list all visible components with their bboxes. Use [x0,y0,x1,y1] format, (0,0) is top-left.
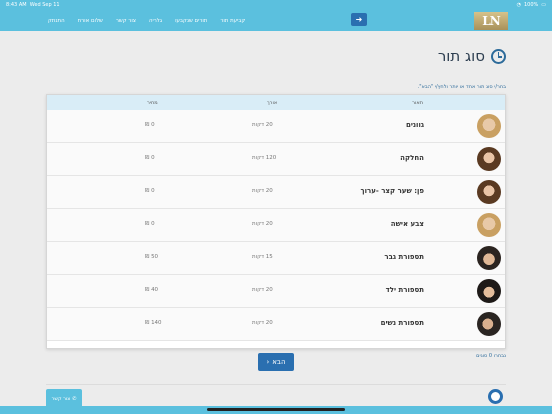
services-table: תאור אורך מחיר גוונים 20 דקות 0 ₪ החלקה … [46,94,506,349]
next-button[interactable]: הבא ‹ [258,353,294,371]
phone-icon: ✆ [72,395,77,402]
service-duration: 20 דקות [252,122,273,128]
accessibility-icon[interactable] [488,389,503,404]
nav-item-book[interactable]: קביעת תור [220,18,245,24]
table-row[interactable]: תספורת נשים 20 דקות 140 ₪ [47,308,505,341]
service-name: תספורת גבר [384,253,424,261]
service-price: 0 ₪ [145,155,155,161]
footer-divider [46,384,506,385]
service-name: תספורת ילד [385,286,424,294]
avatar [477,114,501,138]
battery-icon: ▭ [541,2,546,8]
status-time: 8:43 AM [6,2,27,8]
next-button-label: הבא [272,358,286,366]
table-header: תאור אורך מחיר [47,95,505,110]
service-price: 40 ₪ [145,287,159,293]
arrow-right-icon: ➜ [355,15,363,24]
service-price: 0 ₪ [145,122,155,128]
contact-button-label: צור קשר [51,395,71,402]
login-button[interactable]: ➜ [351,13,367,26]
service-name: גוונים [405,121,424,129]
service-price: 0 ₪ [145,221,155,227]
battery-level: 100% [523,2,539,8]
clock-icon [491,48,506,64]
table-row[interactable]: פן: שער קצר -ערוך 20 דקות 0 ₪ [47,176,505,209]
service-name: פן: שער קצר -ערוך [360,187,424,195]
home-indicator[interactable] [207,408,345,411]
service-duration: 15 דקות [252,254,273,260]
service-duration: 20 דקות [252,320,273,326]
avatar [477,180,501,204]
service-duration: 20 דקות [252,287,273,293]
header-duration: אורך [267,99,278,106]
service-price: 140 ₪ [145,320,162,326]
service-duration: 20 דקות [252,188,273,194]
service-price: 0 ₪ [145,188,155,194]
selected-count: נבחרו 0 סוגים [476,353,506,359]
service-name: תספורת נשים [380,319,424,327]
avatar [477,279,501,303]
status-bar: 8:43 AM Wed Sep 11 ◔ 100% ▭ [0,0,552,10]
avatar [477,213,501,237]
table-row[interactable]: גוונים 20 דקות 0 ₪ [47,110,505,143]
avatar [477,147,501,171]
service-name: החלקה [400,154,424,162]
nav-item-contact[interactable]: צור קשר [116,18,136,24]
nav-item-gallery[interactable]: גלריה [149,18,162,24]
nav-item-greeting: שלום אורח [77,17,103,24]
service-name: צבע אישה [390,220,424,228]
brand-logo[interactable]: LN [474,12,508,30]
top-navbar: קביעת תור תורים שנקבעו גלריה צור קשר שלו… [0,10,552,31]
service-duration: 20 דקות [252,221,273,227]
avatar [477,312,501,336]
chevron-left-icon: ‹ [266,358,270,366]
header-service: תאור [412,99,423,106]
table-row[interactable]: תספורת גבר 15 דקות 50 ₪ [47,242,505,275]
service-price: 50 ₪ [145,254,159,260]
nav-item-logout[interactable]: התנתק [48,18,65,24]
nav-item-my-appointments[interactable]: תורים שנקבעו [175,18,207,24]
status-indicators: ◔ 100% ▭ [517,2,546,8]
status-date: Wed Sep 11 [29,2,60,8]
status-time-date: 8:43 AM Wed Sep 11 [6,2,60,8]
table-row[interactable]: צבע אישה 20 דקות 0 ₪ [47,209,505,242]
wifi-icon: ◔ [516,2,521,8]
table-row[interactable]: החלקה 120 דקות 0 ₪ [47,143,505,176]
page-title: סוג תור [437,47,485,65]
nav-menu: קביעת תור תורים שנקבעו גלריה צור קשר שלו… [48,10,245,31]
table-row[interactable]: תספורת ילד 20 דקות 40 ₪ [47,275,505,308]
service-duration: 120 דקות [252,155,277,161]
header-price: מחיר [147,99,158,106]
page-header: סוג תור [438,47,506,65]
instruction-text: בחר/י סוג תור אחד או יותר ולחץ/י "הבא". [417,84,506,90]
avatar [477,246,501,270]
